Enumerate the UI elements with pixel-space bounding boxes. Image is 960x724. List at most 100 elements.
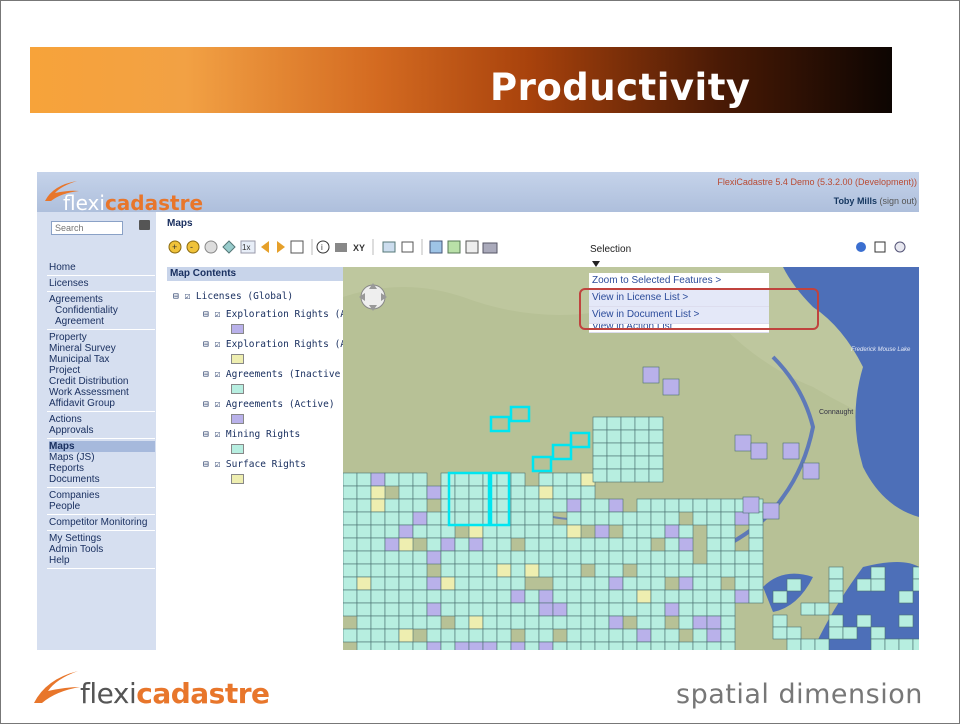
parcel[interactable]: [412, 524, 428, 539]
parcel[interactable]: [664, 550, 680, 565]
sidebar-item[interactable]: Work Assessment: [49, 387, 155, 398]
parcel[interactable]: [720, 628, 736, 643]
parcel[interactable]: [524, 550, 540, 565]
parcel[interactable]: [538, 537, 554, 552]
parcel[interactable]: [468, 550, 484, 565]
parcel[interactable]: [592, 455, 608, 470]
parcel[interactable]: [552, 615, 568, 630]
parcel[interactable]: [496, 615, 512, 630]
parcel[interactable]: [552, 472, 568, 487]
parcel[interactable]: [734, 576, 750, 591]
parcel[interactable]: [343, 524, 358, 539]
layer-item[interactable]: ⊟ ☑ Agreements (Active): [203, 399, 335, 410]
checkbox-icon[interactable]: ☑: [214, 369, 225, 380]
parcel[interactable]: [482, 550, 498, 565]
parcel[interactable]: [648, 468, 664, 483]
parcel[interactable]: [650, 628, 666, 643]
parcel[interactable]: [634, 455, 650, 470]
parcel[interactable]: [594, 576, 610, 591]
parcel[interactable]: [454, 485, 470, 500]
parcel[interactable]: [426, 602, 442, 617]
parcel[interactable]: [552, 524, 568, 539]
parcel[interactable]: [608, 615, 624, 630]
parcel[interactable]: [538, 641, 554, 650]
parcel[interactable]: [510, 511, 526, 526]
parcel[interactable]: [454, 537, 470, 552]
parcel[interactable]: [622, 537, 638, 552]
parcel[interactable]: [412, 563, 428, 578]
parcel[interactable]: [384, 550, 400, 565]
parcel[interactable]: [566, 589, 582, 604]
parcel[interactable]: [482, 615, 498, 630]
parcel[interactable]: [398, 641, 414, 650]
parcel[interactable]: [720, 511, 736, 526]
sign-out-link[interactable]: (sign out): [879, 196, 917, 206]
parcel[interactable]: [636, 563, 652, 578]
parcel[interactable]: [800, 638, 816, 650]
parcel[interactable]: [664, 498, 680, 513]
parcel[interactable]: [606, 429, 622, 444]
parcel[interactable]: [662, 378, 680, 396]
parcel[interactable]: [524, 589, 540, 604]
parcel[interactable]: [356, 641, 372, 650]
parcel[interactable]: [343, 576, 358, 591]
parcel[interactable]: [398, 485, 414, 500]
parcel[interactable]: [524, 524, 540, 539]
checkbox-icon[interactable]: ☑: [214, 339, 225, 350]
parcel[interactable]: [398, 563, 414, 578]
parcel[interactable]: [398, 602, 414, 617]
measure-icon[interactable]: [401, 241, 414, 253]
parcel[interactable]: [594, 628, 610, 643]
parcel[interactable]: [468, 628, 484, 643]
parcel[interactable]: [566, 524, 582, 539]
parcel[interactable]: [580, 641, 596, 650]
parcel[interactable]: [608, 589, 624, 604]
parcel[interactable]: [482, 537, 498, 552]
parcel[interactable]: [510, 524, 526, 539]
parcel[interactable]: [384, 641, 400, 650]
parcel[interactable]: [606, 416, 622, 431]
parcel[interactable]: [786, 626, 802, 640]
parcel[interactable]: [454, 472, 470, 487]
parcel[interactable]: [870, 578, 886, 592]
parcel[interactable]: [650, 524, 666, 539]
parcel[interactable]: [482, 628, 498, 643]
sidebar-item[interactable]: Maps: [49, 441, 155, 452]
parcel[interactable]: [636, 498, 652, 513]
parcel[interactable]: [356, 576, 372, 591]
parcel[interactable]: [566, 615, 582, 630]
parcel[interactable]: [426, 537, 442, 552]
parcel[interactable]: [634, 442, 650, 457]
parcel[interactable]: [482, 576, 498, 591]
parcel[interactable]: [692, 576, 708, 591]
parcel[interactable]: [370, 628, 386, 643]
parcel[interactable]: [412, 511, 428, 526]
parcel[interactable]: [370, 472, 386, 487]
parcel[interactable]: [454, 589, 470, 604]
parcel[interactable]: [510, 498, 526, 513]
parcel[interactable]: [356, 472, 372, 487]
parcel[interactable]: [592, 416, 608, 431]
parcel[interactable]: [398, 498, 414, 513]
parcel[interactable]: [524, 615, 540, 630]
search-icon[interactable]: [139, 220, 150, 230]
parcel[interactable]: [496, 563, 512, 578]
parcel[interactable]: [356, 589, 372, 604]
parcel[interactable]: [384, 563, 400, 578]
parcel[interactable]: [426, 511, 442, 526]
parcel[interactable]: [678, 550, 694, 565]
parcel[interactable]: [664, 524, 680, 539]
parcel[interactable]: [384, 615, 400, 630]
parcel[interactable]: [594, 511, 610, 526]
select-table-icon[interactable]: [447, 240, 461, 254]
parcel[interactable]: [468, 498, 484, 513]
parcel[interactable]: [720, 615, 736, 630]
parcel[interactable]: [678, 563, 694, 578]
parcel[interactable]: [636, 524, 652, 539]
sidebar-item[interactable]: Reports: [49, 463, 155, 474]
parcel[interactable]: [664, 511, 680, 526]
parcel[interactable]: [580, 628, 596, 643]
parcel[interactable]: [650, 589, 666, 604]
parcel[interactable]: [412, 615, 428, 630]
select-features-icon[interactable]: [429, 240, 443, 254]
